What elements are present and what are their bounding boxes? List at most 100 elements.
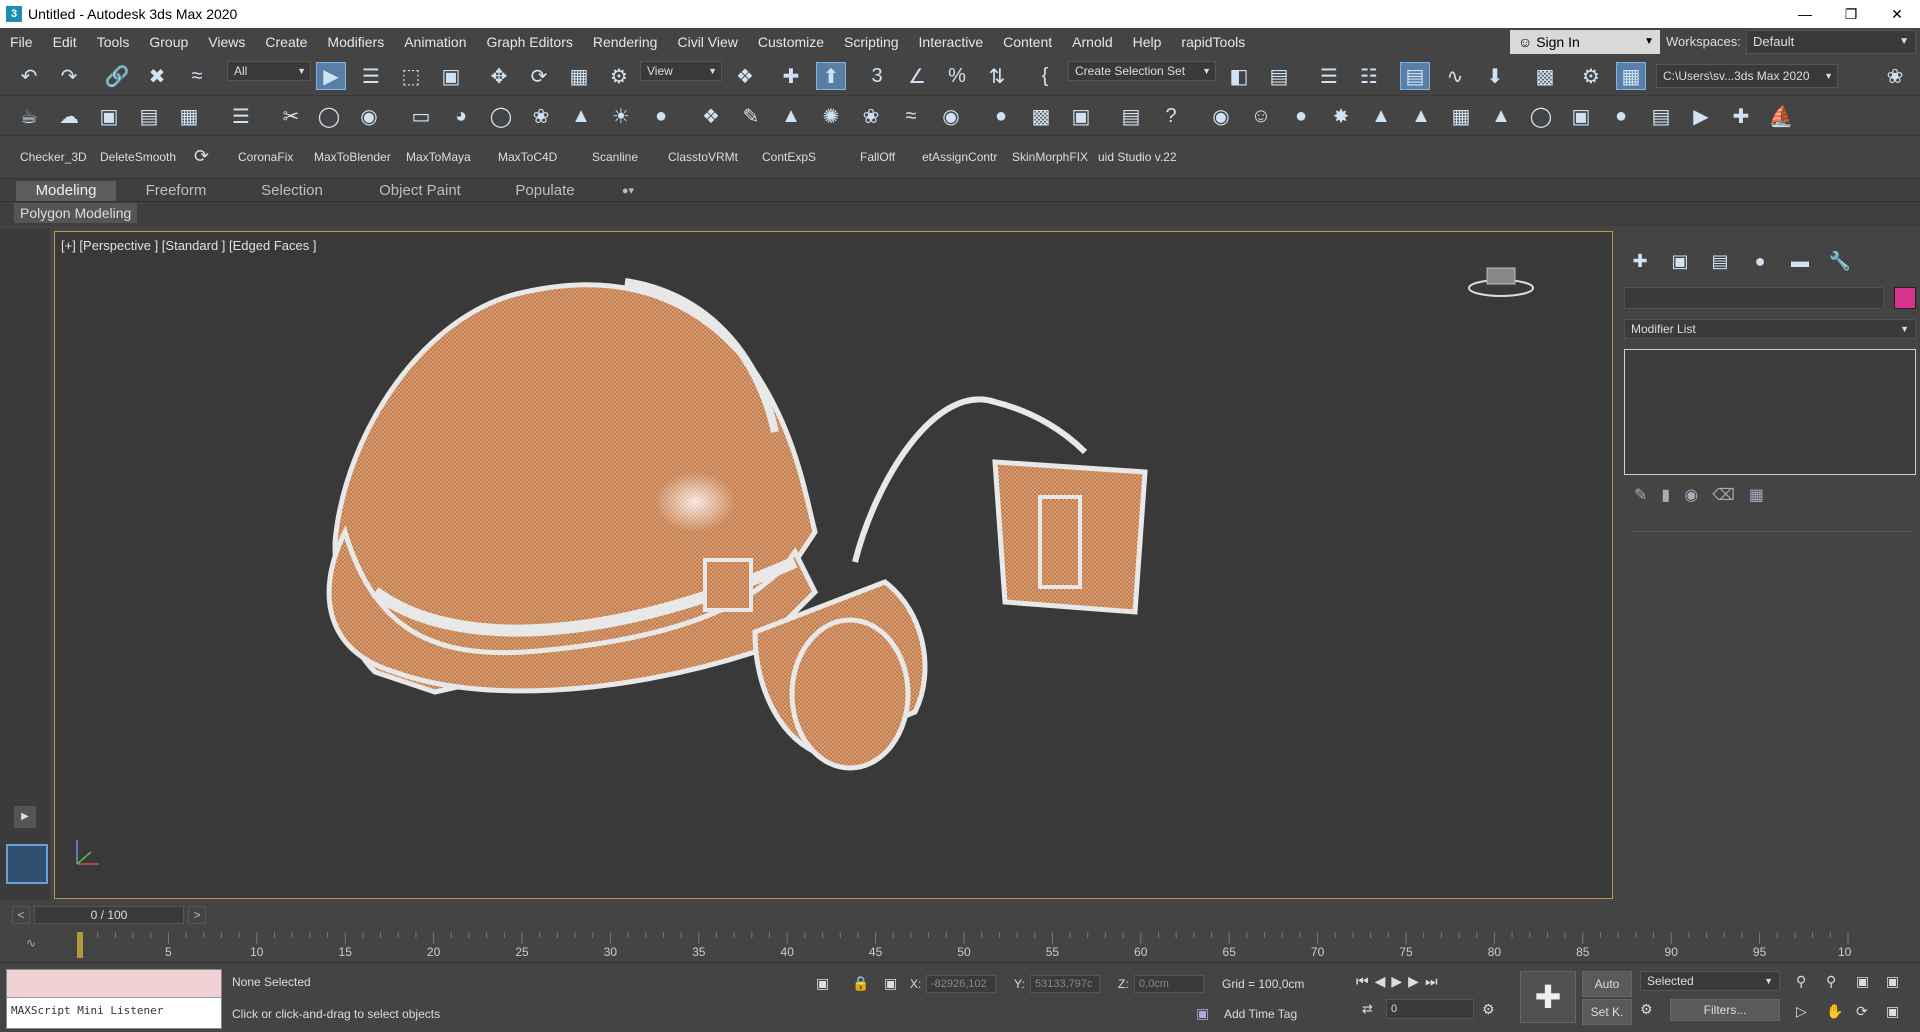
snaps-toggle-icon[interactable]: 3 (862, 62, 892, 90)
panel-icon[interactable]: ▤ (1646, 102, 1676, 130)
material-icon[interactable]: ✺ (816, 102, 846, 130)
texture-icon[interactable]: ◉ (936, 102, 966, 130)
pin-stack-icon[interactable]: ✎ (1634, 485, 1647, 505)
bulb-icon[interactable]: ● (1606, 102, 1636, 130)
paint-icon[interactable]: ✎ (736, 102, 766, 130)
menu-rendering[interactable]: Rendering (583, 34, 668, 50)
sun-icon[interactable]: ☀ (606, 102, 636, 130)
isolate-selection-icon[interactable]: ▣ (816, 975, 829, 992)
menu-modifiers[interactable]: Modifiers (317, 34, 394, 50)
set-key-big-button[interactable]: ✚ (1520, 971, 1576, 1023)
geosphere-icon[interactable]: ❀ (526, 102, 556, 130)
stamp-icon[interactable]: ▲ (1486, 102, 1516, 130)
rendered-frame-window-icon[interactable]: ▦ (1616, 62, 1646, 90)
time-slider-bar[interactable]: 0 / 100 (34, 906, 184, 924)
previous-frame-icon[interactable]: ◀ (1375, 973, 1386, 990)
menu-views[interactable]: Views (198, 34, 255, 50)
scale-icon[interactable]: ▦ (564, 62, 594, 90)
make-unique-icon[interactable]: ◉ (1684, 485, 1698, 505)
script-falloff[interactable]: FallOff (860, 150, 895, 164)
script-checker-3d[interactable]: Checker_3D (20, 150, 87, 164)
mountain-icon[interactable]: ▲ (776, 102, 806, 130)
image-icon[interactable]: ▣ (94, 102, 124, 130)
tab-populate[interactable]: Populate (496, 181, 594, 201)
polygon-modeling-panel-label[interactable]: Polygon Modeling (14, 203, 138, 223)
auto-key-button[interactable]: Auto (1582, 971, 1632, 997)
lock-icon[interactable]: 🔒 (852, 975, 869, 992)
script-coronafix[interactable]: CoronaFix (238, 150, 293, 164)
script-maxtomaya[interactable]: MaxToMaya (406, 150, 471, 164)
select-by-name-icon[interactable]: ☰ (356, 62, 386, 90)
modify-tab-icon[interactable]: ▣ (1660, 245, 1700, 277)
unlink-icon[interactable]: ✖ (142, 62, 172, 90)
modifier-stack[interactable] (1624, 349, 1916, 475)
scatter-icon[interactable]: ❖ (696, 102, 726, 130)
help-icon[interactable]: ? (1156, 102, 1186, 130)
render-production-icon[interactable]: ❀ (1880, 62, 1910, 90)
document-icon[interactable]: ▤ (134, 102, 164, 130)
atlas-icon[interactable]: ▦ (1446, 102, 1476, 130)
y-coordinate-field[interactable]: 53133,797c (1030, 975, 1100, 993)
zoom-all-icon[interactable]: ⚲ (1826, 973, 1836, 990)
ring-icon[interactable]: ◯ (1526, 102, 1556, 130)
script-deletesmooth[interactable]: DeleteSmooth (100, 150, 176, 164)
boat-icon[interactable]: ⛵ (1766, 102, 1796, 130)
modifier-list-dropdown[interactable]: Modifier List ▼ (1624, 319, 1916, 339)
script-maxtoblender[interactable]: MaxToBlender (314, 150, 391, 164)
percent-snap-icon[interactable]: % (942, 62, 972, 90)
object-color-swatch[interactable] (1894, 287, 1916, 309)
ribbon-options-icon[interactable]: ●▾ (610, 181, 646, 201)
mirror-icon[interactable]: ◧ (1224, 62, 1254, 90)
x-coordinate-field[interactable]: -82926,102 (926, 975, 996, 993)
script-uid-studio[interactable]: uid Studio v.22 (1098, 150, 1177, 164)
menu-content[interactable]: Content (993, 34, 1062, 50)
tab-selection[interactable]: Selection (240, 181, 344, 201)
orbit-icon[interactable]: ⟳ (1856, 1003, 1868, 1020)
time-slider-prev-button[interactable]: < (12, 906, 30, 924)
tab-freeform[interactable]: Freeform (124, 181, 228, 201)
menu-customize[interactable]: Customize (748, 34, 834, 50)
people-icon[interactable]: ☺ (1246, 102, 1276, 130)
play-icon[interactable]: ▶ (1391, 973, 1402, 990)
move-icon[interactable]: ✥ (484, 62, 514, 90)
3dsmax-app-icon[interactable]: 3 (6, 6, 22, 22)
listener-output[interactable] (7, 970, 221, 998)
tab-modeling[interactable]: Modeling (16, 181, 116, 201)
viewport-layout-thumbnail[interactable] (6, 844, 48, 884)
tab-object-paint[interactable]: Object Paint (362, 181, 478, 201)
rotate-icon[interactable]: ⟳ (524, 62, 554, 90)
cone-icon[interactable]: ▲ (566, 102, 596, 130)
listener-label[interactable]: MAXScript Mini Listener (7, 998, 221, 1028)
ribbon-toggle-icon[interactable]: ▤ (1400, 62, 1430, 90)
current-frame-field[interactable]: 0 (1386, 999, 1474, 1019)
menu-group[interactable]: Group (139, 34, 198, 50)
time-configuration-icon[interactable]: ⚙ (1482, 1001, 1495, 1018)
grid-icon[interactable]: ▦ (174, 102, 204, 130)
menu-create[interactable]: Create (255, 34, 317, 50)
hair-icon[interactable]: ≈ (896, 102, 926, 130)
sphere-icon[interactable]: ◯ (486, 102, 516, 130)
show-end-result-icon[interactable]: ▮ (1661, 485, 1670, 505)
go-to-end-icon[interactable]: ⏭ (1425, 973, 1438, 990)
configure-modifier-sets-icon[interactable]: ▦ (1749, 485, 1764, 505)
restore-icon[interactable]: ❐ (1828, 0, 1874, 28)
hierarchy-tab-icon[interactable]: ▤ (1700, 245, 1740, 277)
edit-named-selection-icon[interactable]: { (1030, 62, 1060, 90)
frame-icon[interactable]: ▣ (1566, 102, 1596, 130)
tree-icon[interactable]: ▲ (1366, 102, 1396, 130)
refresh-icon[interactable]: ⟳ (194, 146, 209, 167)
plane-icon[interactable]: ▭ (406, 102, 436, 130)
select-manipulate-icon[interactable]: ✚ (776, 62, 806, 90)
window-crossing-icon[interactable]: ▣ (436, 62, 466, 90)
perspective-viewport[interactable]: [+] [Perspective ] [Standard ] [Edged Fa… (54, 231, 1613, 899)
script-classtovrmt[interactable]: ClasstoVRMt (668, 150, 738, 164)
motion-tab-icon[interactable]: ● (1740, 245, 1780, 277)
spinner-snap-icon[interactable]: ⇅ (982, 62, 1012, 90)
menu-civil-view[interactable]: Civil View (667, 34, 747, 50)
zoom-extents-all-icon[interactable]: ▣ (1886, 973, 1899, 990)
time-tag-icon[interactable]: ▣ (1196, 1005, 1209, 1022)
align-icon[interactable]: ▤ (1264, 62, 1294, 90)
proxy-icon[interactable]: ▤ (1116, 102, 1146, 130)
menu-rapidtools[interactable]: rapidTools (1171, 34, 1255, 50)
z-coordinate-field[interactable]: 0,0cm (1134, 975, 1204, 993)
